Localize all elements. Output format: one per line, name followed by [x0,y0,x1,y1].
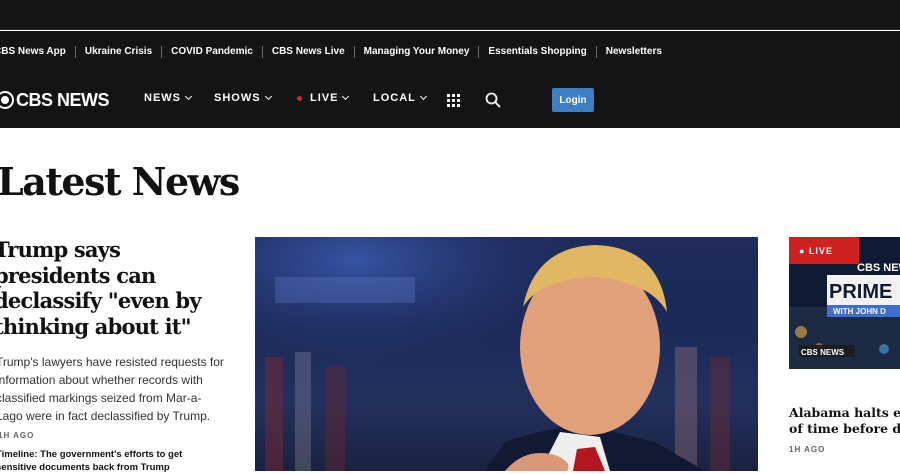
chevron-down-icon [419,92,427,101]
nav-local[interactable]: LOCAL [373,92,427,104]
chevron-down-icon [184,92,193,101]
logo-text: CBS NEWS [16,89,110,110]
login-button[interactable]: Login [552,88,594,112]
link-separator [74,45,76,58]
nav-shows-label: SHOWS [214,92,261,104]
chevron-down-icon [342,92,350,101]
search-icon[interactable] [485,92,501,108]
live-card-channel-logo: CBS NEWS [857,262,900,274]
side-story-headline[interactable]: Alabama halts execu of time before deadl [789,405,900,437]
lead-story-headline[interactable]: Trump says presidents can declassify "ev… [0,237,226,339]
side-story-headline-line: of time before deadl [789,421,900,436]
link-managing-your-money[interactable]: Managing Your Money [364,46,470,57]
link-essentials-shopping[interactable]: Essentials Shopping [488,46,586,57]
side-story-timestamp: 1H AGO [789,445,826,454]
chevron-down-icon [264,92,272,101]
live-card-host-line: WITH JOHN D [833,307,886,316]
nav-news[interactable]: NEWS [144,92,193,104]
trending-links-bar: CBS News App Ukraine Crisis COVID Pandem… [0,31,900,72]
link-separator [478,45,480,58]
related-story-link[interactable]: Timeline: The government's efforts to ge… [0,448,206,474]
side-story-headline-line: Alabama halts execu [789,405,900,420]
link-cbs-news-app[interactable]: CBS News App [0,46,66,57]
nav-live-label: LIVE [310,92,339,104]
trump-photo-illustration [255,237,758,471]
top-bar [0,0,900,30]
live-badge-label: LIVE [808,245,833,256]
live-card-footer-logo: CBS NEWS [801,348,845,357]
link-separator [353,45,355,58]
nav-local-label: LOCAL [373,92,416,104]
live-badge: ● LIVE [789,237,859,264]
nav-news-label: NEWS [144,92,181,104]
apps-grid-icon[interactable] [447,94,460,107]
link-separator [595,45,597,58]
page-title: Latest News [0,159,240,204]
live-dot-icon [297,95,302,101]
live-card-show-title: PRIME [829,281,892,303]
cbs-news-logo[interactable]: CBS NEWS [0,89,110,111]
live-stream-card[interactable]: CBS NEWS PRIME WITH JOHN D CBS NEWS ● LI… [789,237,900,369]
link-newsletters[interactable]: Newsletters [606,46,662,57]
lead-story-image[interactable] [255,237,758,471]
lead-story-timestamp: 1H AGO [0,431,35,440]
lead-story-dek: Trump's lawyers have resisted requests f… [0,355,224,423]
nav-shows[interactable]: SHOWS [214,92,272,104]
main-navigation: CBS NEWS NEWS SHOWS LIVE LOCAL Login [0,72,900,128]
cbs-eye-icon [0,91,14,109]
link-separator [261,45,263,58]
link-separator [161,45,163,58]
link-covid-pandemic[interactable]: COVID Pandemic [171,46,253,57]
link-cbs-news-live[interactable]: CBS News Live [272,46,345,57]
nav-live[interactable]: LIVE [297,92,350,104]
link-ukraine-crisis[interactable]: Ukraine Crisis [85,46,152,57]
